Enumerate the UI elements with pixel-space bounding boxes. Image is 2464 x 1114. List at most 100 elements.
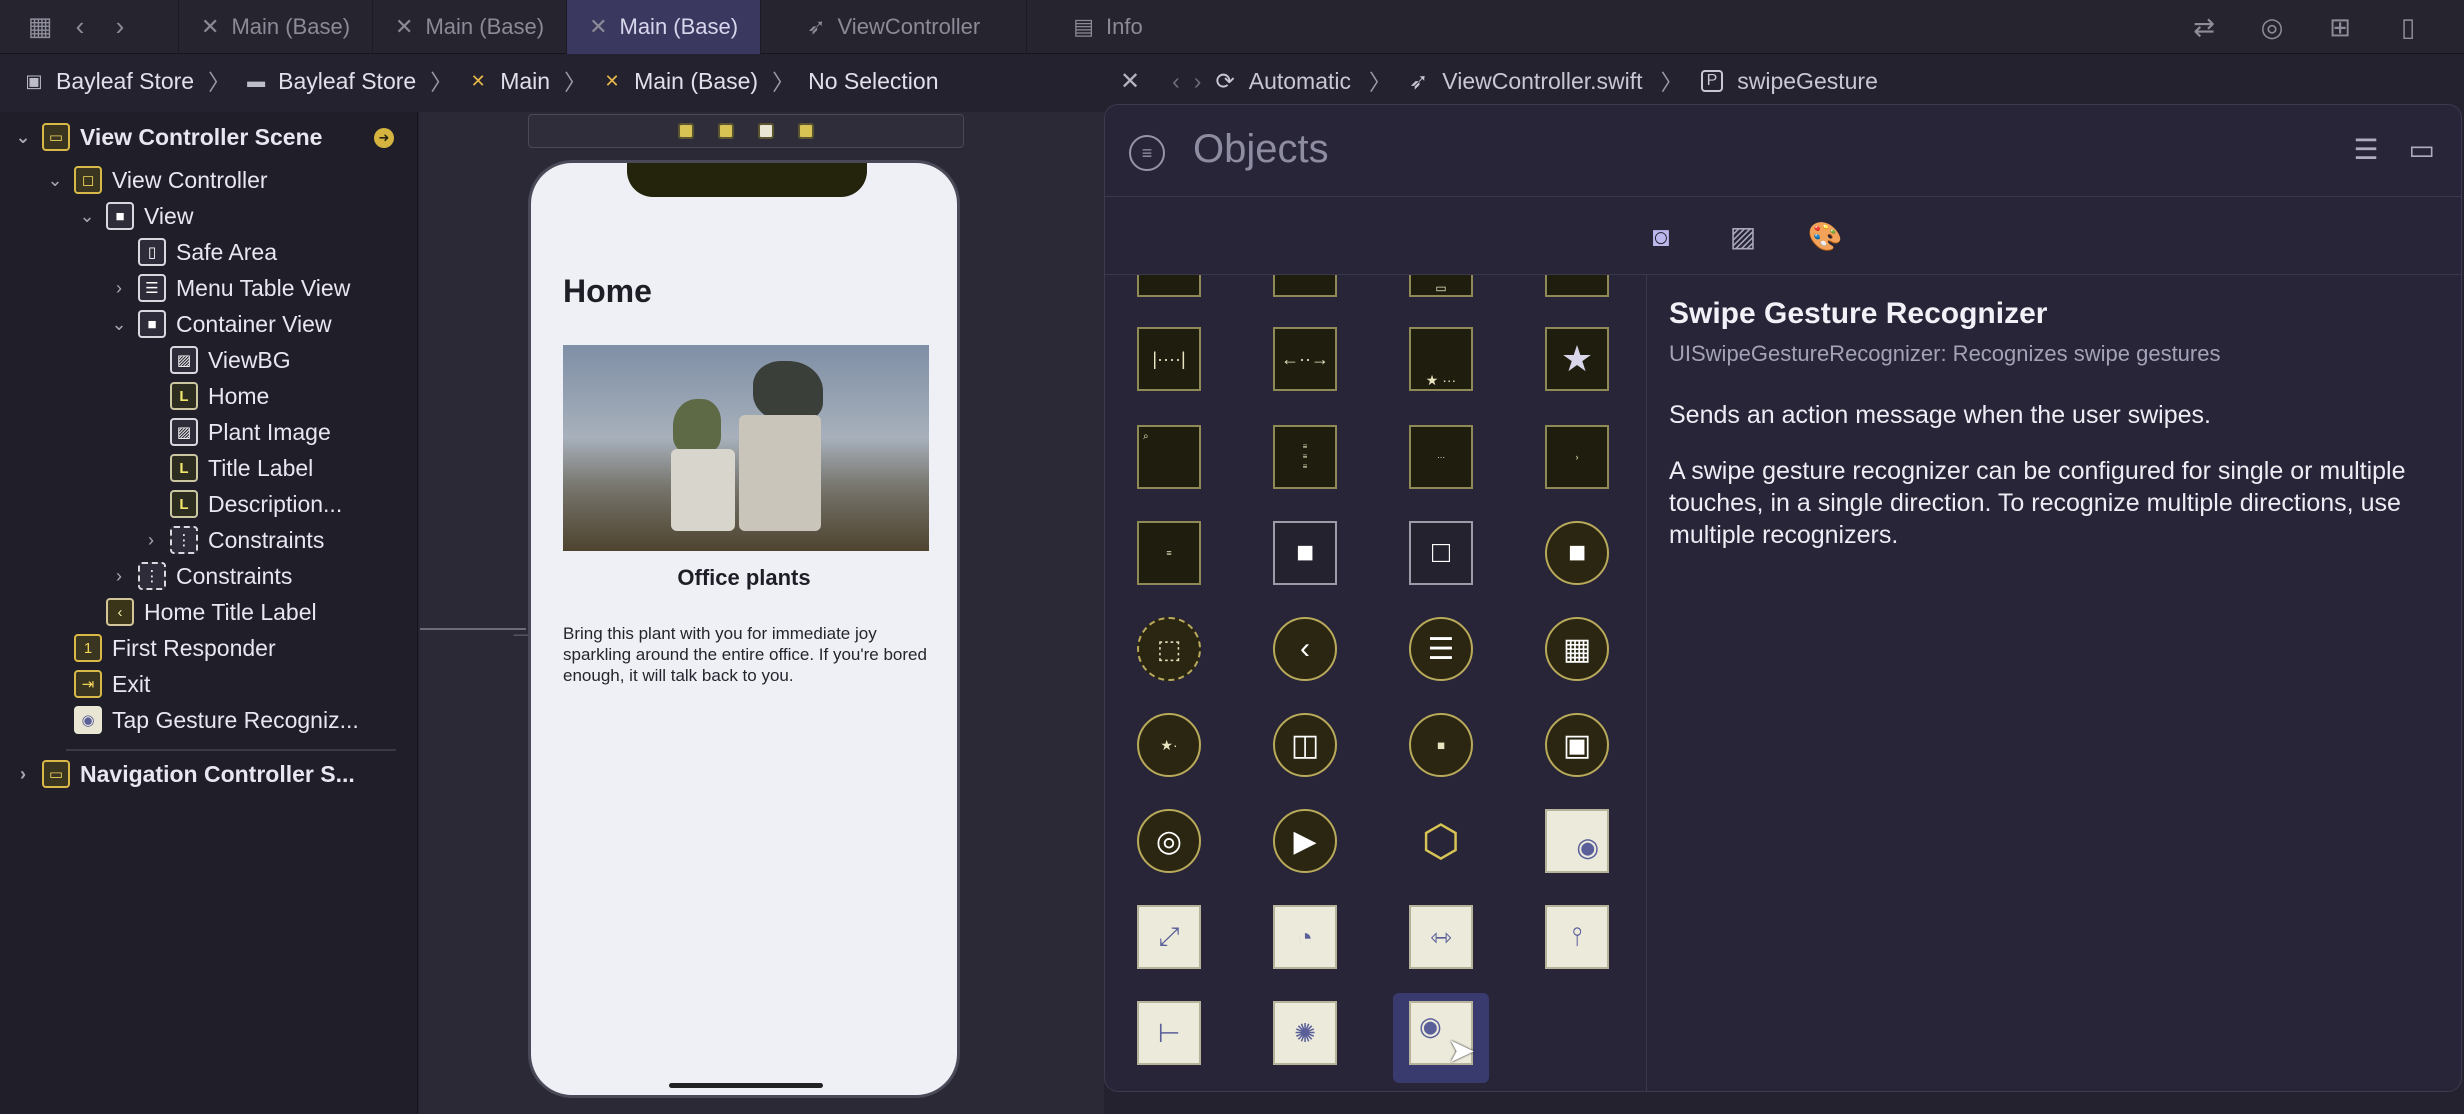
library-item-avkit-player[interactable]: ▶ [1273,809,1337,873]
outline-home-title-label[interactable]: ‹ Home Title Label [78,594,317,630]
description-label[interactable]: Bring this plant with you for immediate … [563,623,933,686]
library-item-command-menu[interactable]: ⋯ [1409,425,1473,489]
library-item-pinch-gesture[interactable]: ⤢ [1137,905,1201,969]
library-search-input[interactable]: Objects [1193,127,1329,172]
outline-menu-table-view[interactable]: › ☰ Menu Table View [110,270,350,306]
outline-view[interactable]: ⌄ ■ View [78,198,193,234]
forward-icon[interactable]: › [1194,68,1202,95]
disclosure-open-icon[interactable]: ⌄ [14,127,32,148]
library-item-container-view[interactable]: □ [1409,521,1473,585]
library-item-glkit[interactable]: ◎ [1137,809,1201,873]
library-item-collection-view-controller[interactable]: ▦ [1545,617,1609,681]
back-icon[interactable]: ‹ [60,7,100,47]
outline-viewbg[interactable]: ▨ ViewBG [142,342,291,378]
outline-first-responder[interactable]: 1 First Responder [46,630,276,666]
disclosure-closed-icon[interactable]: › [142,530,160,551]
filter-icon[interactable]: ≡ [1129,135,1165,171]
disclosure-closed-icon[interactable]: › [110,566,128,587]
close-icon[interactable]: ✕ [1120,67,1140,96]
library-item-view[interactable]: ■ [1273,521,1337,585]
breadcrumb-folder[interactable]: Bayleaf Store [278,68,416,95]
outline-safe-area[interactable]: ▯ Safe Area [110,234,277,270]
swap-icon[interactable]: ⇄ [2184,7,2224,47]
tab-main-base-1[interactable]: ✕ Main (Base) [178,0,372,54]
library-item-pan-gesture[interactable]: ⫯ [1545,905,1609,969]
library-item-tab-bar-controller[interactable]: ★· [1137,713,1201,777]
library-item-star[interactable]: ★ [1545,327,1609,391]
tap-gesture-dock-icon[interactable] [758,123,774,139]
outline-scene-navigation-controller[interactable]: › ▭ Navigation Controller S... [14,756,355,792]
breadcrumb-main[interactable]: Main [500,68,550,95]
library-item-flexible-space[interactable]: |····| [1137,327,1201,391]
library-item-fixed-space[interactable]: ←··→ [1273,327,1337,391]
grid-icon[interactable]: ▦ [20,7,60,47]
library-item-split-view-controller[interactable]: ◫ [1273,713,1337,777]
library-item-tap-gesture[interactable]: ◉ [1545,809,1609,873]
disclosure-closed-icon[interactable]: › [14,764,32,785]
library-item-object[interactable]: ⬡ [1409,809,1473,873]
review-icon[interactable]: ◎ [2252,7,2292,47]
library-item-swipe-gesture[interactable]: ⇿ [1409,905,1473,969]
panel-icon[interactable]: ▭ [2409,133,2435,166]
outline-title-label[interactable]: L Title Label [142,450,313,486]
disclosure-open-icon[interactable]: ⌄ [46,170,64,191]
library-item-screen-edge-pan[interactable]: ⊢ [1137,1001,1201,1065]
outline-view-controller[interactable]: ⌄ ◻ View Controller [46,162,268,198]
plant-image[interactable] [563,345,929,551]
library-item[interactable] [1273,275,1337,297]
outline-scene-view-controller[interactable]: ⌄ ▭ View Controller Scene [14,119,322,155]
image-icon[interactable]: ▨ [1723,217,1763,257]
forward-icon[interactable]: › [100,7,140,47]
outline-container-view[interactable]: ⌄ ■ Container View [110,306,332,342]
list-icon[interactable]: ☰ [2353,133,2378,166]
library-item-menu[interactable]: ≡ ≡ ≡ [1273,425,1337,489]
tab-viewcontroller[interactable]: ➶ ViewController [760,0,1026,54]
palette-icon[interactable]: 🎨 [1805,217,1845,257]
add-editor-icon[interactable]: ⊞ [2320,7,2360,47]
outline-home[interactable]: L Home [142,378,269,414]
home-title-label[interactable]: Home [563,273,652,310]
library-item-long-press[interactable]: ✺ [1273,1001,1337,1065]
outline-constraints[interactable]: › ⋮ Constraints [110,558,292,594]
outline-tap-gesture[interactable]: ◉ Tap Gesture Recogniz... [46,702,359,738]
library-item-submenu[interactable]: › [1545,425,1609,489]
library-item-hosting-controller[interactable]: ▣ [1545,713,1609,777]
disclosure-open-icon[interactable]: ⌄ [78,206,96,227]
library-item-page-view-controller[interactable]: ▪ [1409,713,1473,777]
outline-description[interactable]: L Description... [142,486,342,522]
library-item-search[interactable]: ⌕ [1137,425,1201,489]
disclosure-open-icon[interactable]: ⌄ [110,314,128,335]
disclosure-closed-icon[interactable]: › [110,278,128,299]
breadcrumb-symbol[interactable]: swipeGesture [1737,68,1878,95]
tab-main-base-2[interactable]: ✕ Main (Base) [372,0,566,54]
view-controller-dock-icon[interactable] [678,123,694,139]
library-item-menu-list[interactable]: ≡ [1137,521,1201,585]
breadcrumb-automatic[interactable]: Automatic [1249,68,1351,95]
tab-info[interactable]: ▤ Info [1026,0,1189,54]
breadcrumb-project[interactable]: Bayleaf Store [56,68,194,95]
outline-exit[interactable]: ⇥ Exit [46,666,150,702]
iphone-scene[interactable]: Home Office plants Bring this plant with… [528,160,960,1098]
tab-main-base-3[interactable]: ✕ Main (Base) [566,0,761,54]
outline-constraints-inner[interactable]: › ⋮ Constraints [142,522,324,558]
library-item-storyboard-reference[interactable]: ⬚ [1137,617,1201,681]
segue-line[interactable] [420,628,526,630]
exit-dock-icon[interactable] [798,123,814,139]
library-item[interactable]: ▭ [1409,275,1473,297]
object-icon[interactable]: ◙ [1641,217,1681,257]
outline-plant-image[interactable]: ▨ Plant Image [142,414,331,450]
breadcrumb-file[interactable]: ViewController.swift [1442,68,1642,95]
library-item-navigation-controller[interactable]: ‹ [1273,617,1337,681]
library-item[interactable] [1137,275,1201,297]
breadcrumb-selection[interactable]: No Selection [808,68,938,95]
library-item-view-controller[interactable]: ■ [1545,521,1609,585]
breadcrumb-main-base[interactable]: Main (Base) [634,68,758,95]
library-item-table-view-controller[interactable]: ☰ [1409,617,1473,681]
inspector-toggle-icon[interactable]: ▯ [2388,7,2428,47]
library-item-rotation-gesture[interactable]: ◔ [1273,905,1337,969]
library-item-tab-bar-item[interactable]: ★ ··· [1409,327,1473,391]
scene-arrow-icon[interactable]: ➜ [374,128,394,148]
library-item[interactable] [1545,275,1609,297]
product-title-label[interactable]: Office plants [531,565,957,591]
back-icon[interactable]: ‹ [1172,68,1180,95]
